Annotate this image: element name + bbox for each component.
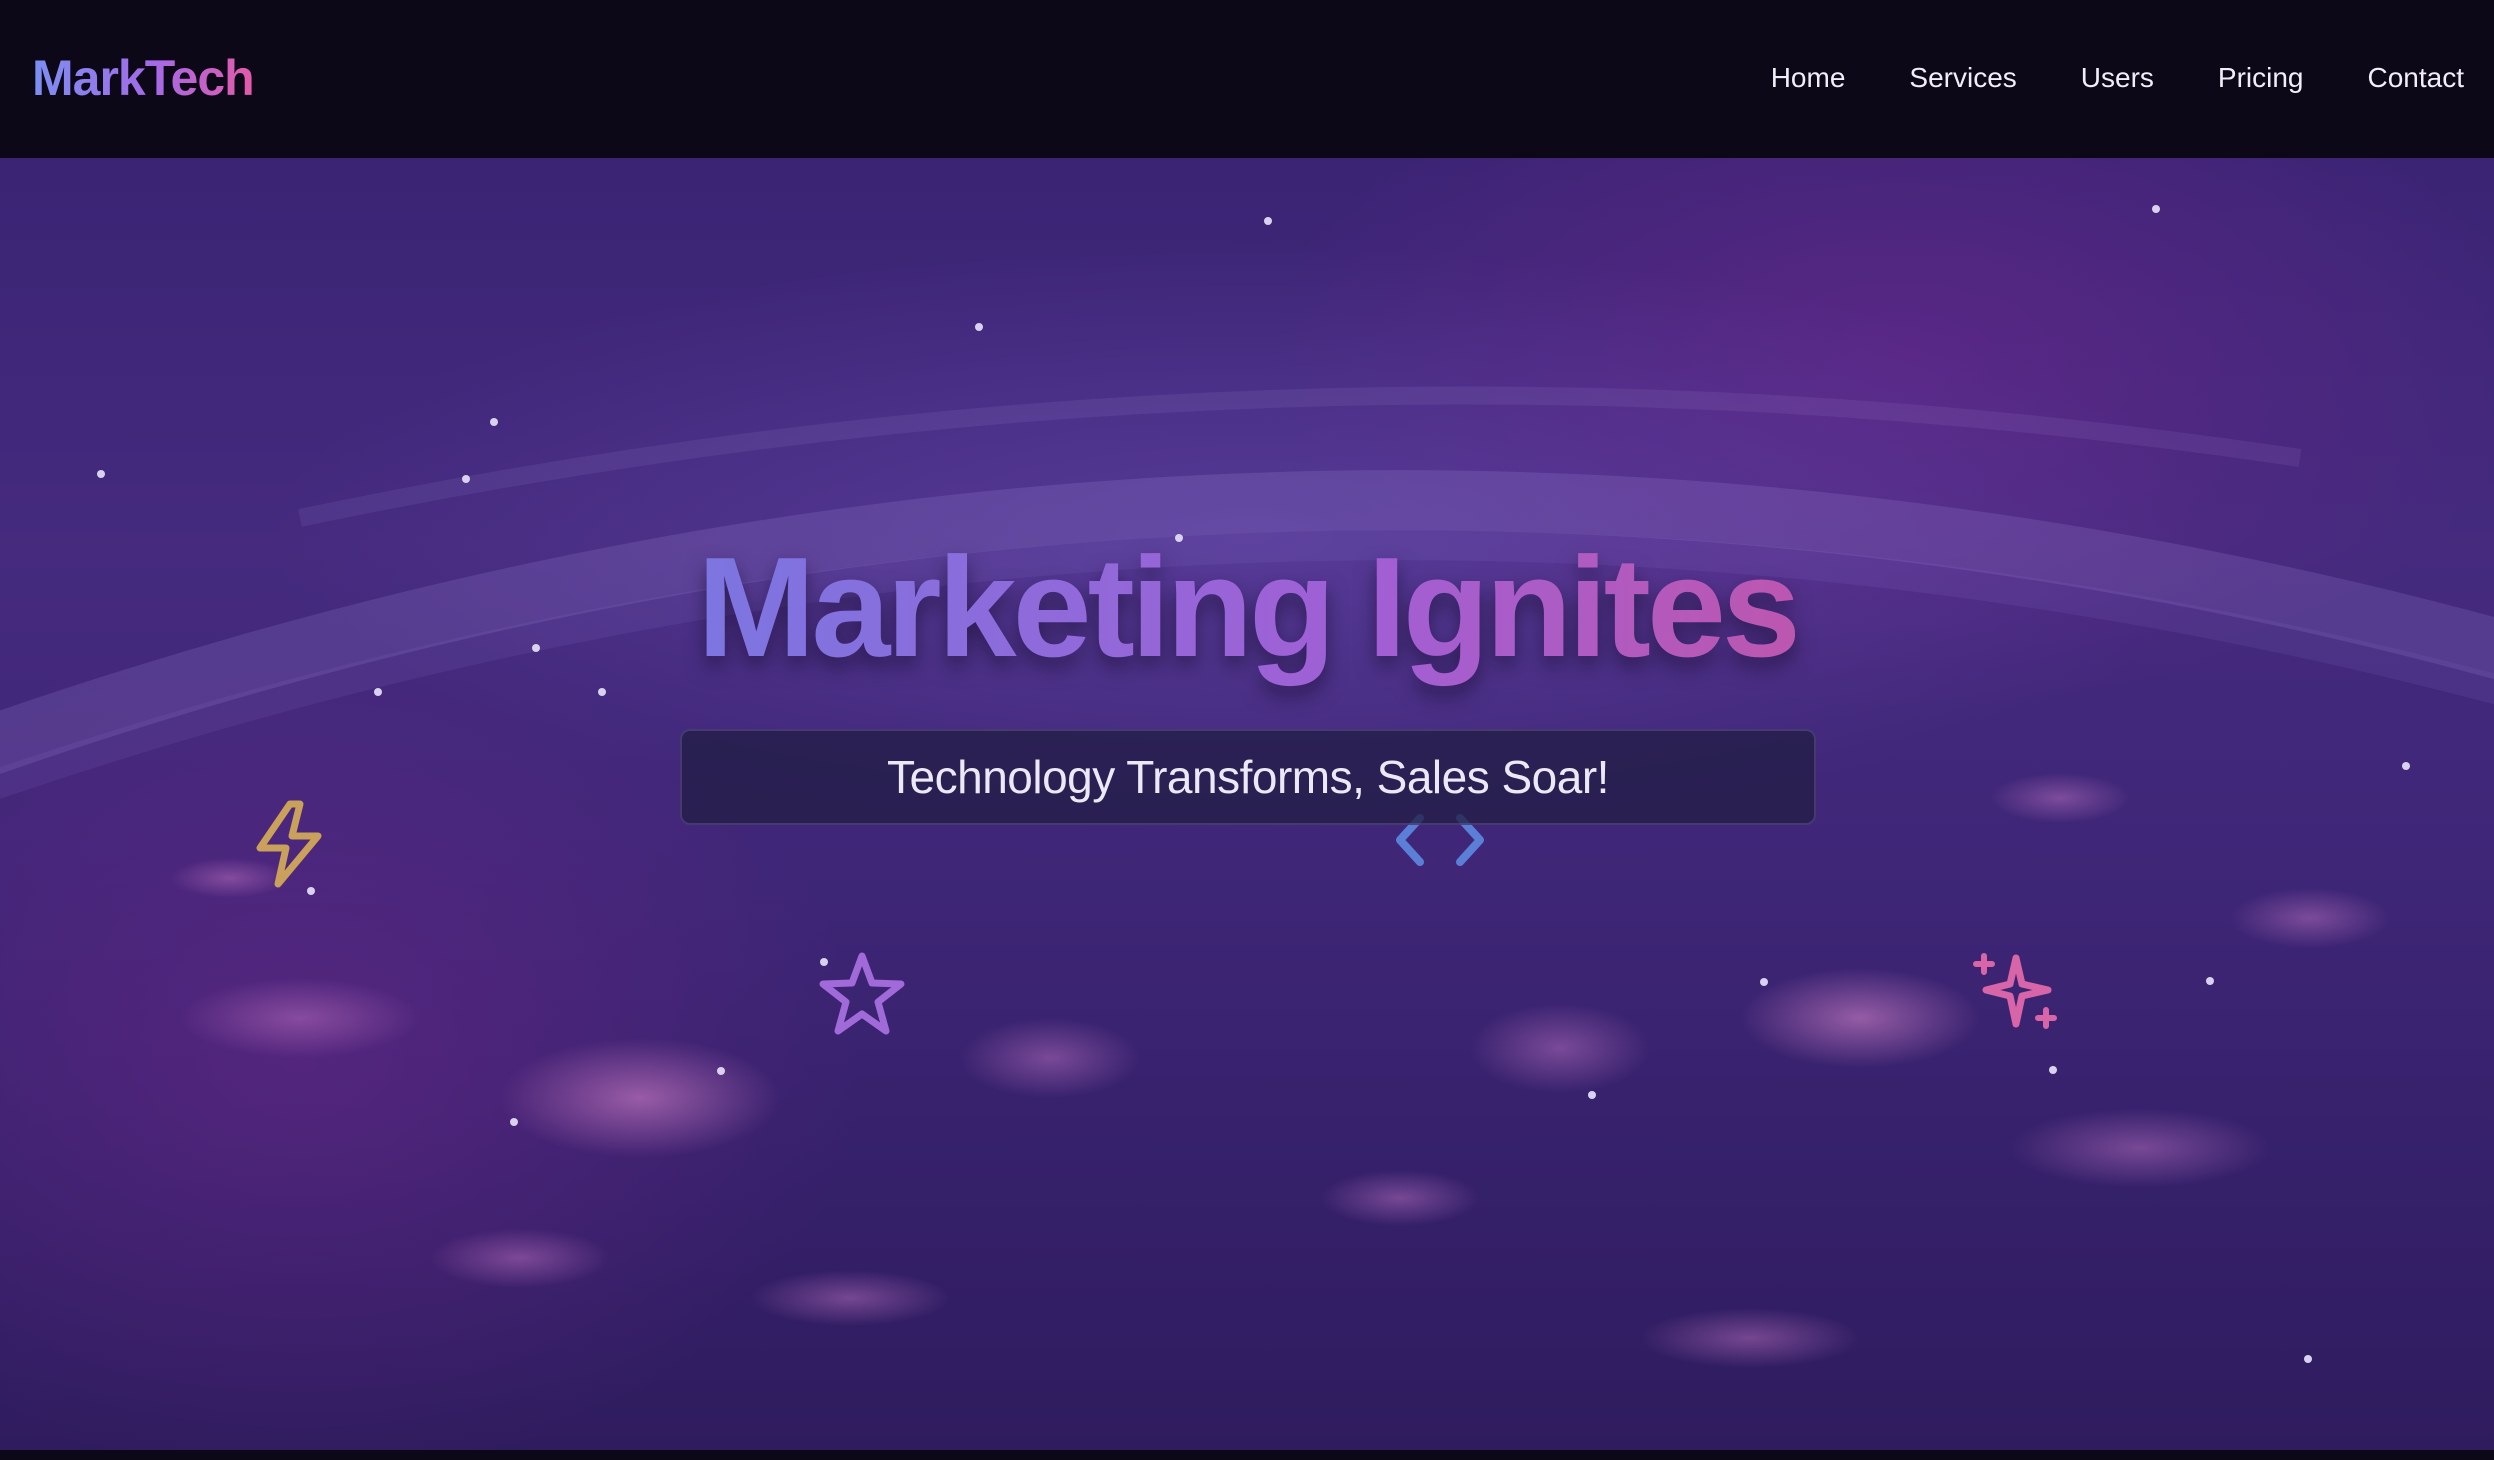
hero-subtitle-box: Technology Transforms, Sales Soar!: [680, 729, 1816, 825]
sparkles-icon: [1973, 953, 2057, 1029]
star-dot: [510, 1118, 518, 1126]
star-dot: [2049, 1066, 2057, 1074]
page-bottom-edge: [0, 1450, 2494, 1460]
nav-link-pricing[interactable]: Pricing: [2218, 56, 2304, 100]
star-dot: [2402, 762, 2410, 770]
brand-logo[interactable]: MarkTech: [32, 46, 255, 110]
star-dot: [490, 418, 498, 426]
hero-section: Marketing Ignites Technology Transforms,…: [0, 158, 2494, 1450]
lightning-icon: [256, 800, 322, 888]
hero-subtitle: Technology Transforms, Sales Soar!: [887, 751, 1609, 803]
star-dot: [97, 470, 105, 478]
nav-link-users[interactable]: Users: [2081, 56, 2154, 100]
star-dot: [2206, 977, 2214, 985]
nav-link-contact[interactable]: Contact: [2368, 56, 2465, 100]
nav-link-services[interactable]: Services: [1909, 56, 2016, 100]
hero-title: Marketing Ignites: [0, 518, 2494, 698]
star-dot: [975, 323, 983, 331]
nav-link-home[interactable]: Home: [1771, 56, 1846, 100]
star-dot: [462, 475, 470, 483]
star-dot: [1588, 1091, 1596, 1099]
top-navbar: MarkTech Home Services Users Pricing Con…: [0, 0, 2494, 158]
star-dot: [1760, 978, 1768, 986]
nav-menu: Home Services Users Pricing Contact: [1707, 56, 2464, 100]
star-dot: [1264, 217, 1272, 225]
star-dot: [717, 1067, 725, 1075]
star-icon: [819, 952, 905, 1035]
star-dot: [2304, 1355, 2312, 1363]
star-dot: [2152, 205, 2160, 213]
